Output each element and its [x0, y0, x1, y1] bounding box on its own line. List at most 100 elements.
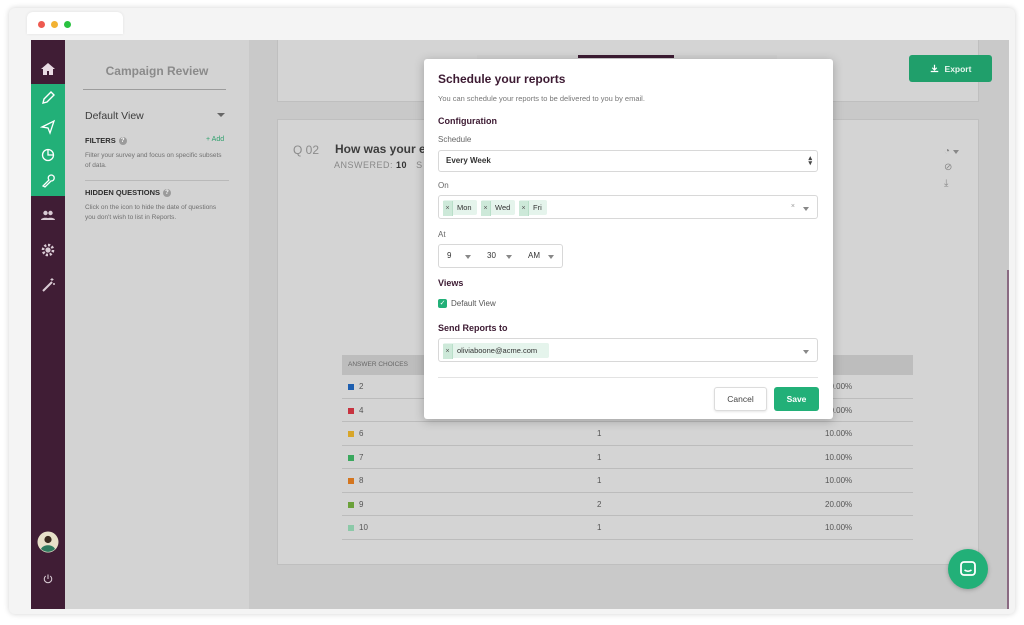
- day-chip: × Mon: [443, 200, 477, 216]
- hidden-questions-description: Click on the icon to hide the date of qu…: [85, 204, 217, 221]
- window-frame: Campaign Review Default View FILTERS? + …: [9, 8, 1015, 614]
- sidebar-title: Campaign Review: [105, 64, 209, 78]
- close-dot[interactable]: [38, 21, 45, 28]
- answer-choice: 7: [359, 452, 364, 462]
- help-icon[interactable]: ?: [163, 189, 172, 198]
- answer-choice: 9: [359, 499, 364, 509]
- answer-count: 1: [597, 452, 602, 462]
- recipients-multiselect[interactable]: × oliviaboone@acme.com: [438, 338, 818, 362]
- meridiem-select[interactable]: AM: [520, 244, 563, 268]
- minimize-dot[interactable]: [51, 21, 58, 28]
- remove-icon[interactable]: ×: [443, 201, 453, 216]
- color-swatch: [348, 478, 354, 484]
- color-swatch: [348, 431, 354, 437]
- question-number: Q 02: [293, 143, 320, 157]
- dialog-title: Schedule your reports: [438, 72, 566, 86]
- views-heading: Views: [438, 278, 464, 288]
- pencil-icon[interactable]: [31, 83, 65, 113]
- chevron-down-icon[interactable]: [803, 206, 809, 213]
- default-view-checkbox[interactable]: ✓: [438, 299, 447, 308]
- at-label: At: [438, 230, 446, 239]
- gear-icon[interactable]: [31, 235, 65, 265]
- chart-type-icon[interactable]: ◔: [944, 146, 964, 162]
- schedule-reports-dialog: Schedule your reports You can schedule y…: [424, 59, 833, 419]
- email-chip: × oliviaboone@acme.com: [443, 343, 549, 359]
- color-swatch: [348, 384, 354, 390]
- pie-chart-icon[interactable]: [31, 139, 65, 169]
- schedule-value: Every Week: [446, 156, 491, 165]
- answer-count: 2: [597, 499, 602, 509]
- remove-icon[interactable]: ×: [519, 201, 529, 216]
- maximize-dot[interactable]: [64, 21, 71, 28]
- table-row: 10 1 10.00%: [342, 516, 913, 540]
- divider: [83, 89, 226, 90]
- clear-icon[interactable]: ×: [791, 203, 795, 210]
- app: Campaign Review Default View FILTERS? + …: [31, 40, 1009, 609]
- home-icon[interactable]: [31, 54, 65, 84]
- nav-rail: [31, 40, 65, 609]
- hide-icon[interactable]: ⊘: [944, 162, 964, 178]
- minute-select[interactable]: 30: [479, 244, 521, 268]
- day-chip: × Fri: [519, 200, 547, 216]
- answer-choice: 6: [359, 429, 364, 438]
- remove-icon[interactable]: ×: [481, 201, 491, 216]
- answer-choice: 8: [359, 476, 364, 485]
- color-swatch: [348, 454, 354, 461]
- answer-percent: 10.00%: [825, 523, 853, 532]
- send-icon[interactable]: [31, 112, 65, 142]
- schedule-label: Schedule: [438, 135, 472, 144]
- tab-active-indicator: [578, 55, 674, 58]
- chevron-down-icon[interactable]: [803, 349, 809, 356]
- on-label: On: [438, 181, 449, 190]
- answer-count: 1: [597, 523, 602, 532]
- color-swatch: [348, 501, 354, 508]
- table-row: 9 2 20.00%: [342, 493, 913, 516]
- updown-icon: ▴ ▾: [808, 155, 812, 167]
- export-button[interactable]: Export: [909, 55, 992, 82]
- power-icon[interactable]: [31, 564, 65, 594]
- export-label: Export: [944, 63, 972, 74]
- view-select[interactable]: Default View: [85, 110, 144, 122]
- chat-icon: [960, 561, 976, 576]
- answer-choice: 2: [359, 382, 364, 391]
- save-button[interactable]: Save: [774, 387, 819, 411]
- table-row: 8 1 10.00%: [342, 469, 913, 493]
- dialog-subtitle: You can schedule your reports to be deli…: [438, 94, 645, 103]
- window-tab: [27, 12, 123, 34]
- divider: [85, 180, 229, 181]
- filters-heading: FILTERS?: [85, 136, 127, 146]
- answer-percent: 10.00%: [825, 476, 853, 485]
- question-title: How was your e: [335, 142, 426, 156]
- report-sidebar: Campaign Review Default View FILTERS? + …: [65, 40, 249, 609]
- add-filter-link[interactable]: + Add: [206, 136, 224, 143]
- help-icon[interactable]: ?: [118, 137, 127, 146]
- table-row: 7 1 10.00%: [342, 446, 913, 469]
- cancel-button[interactable]: Cancel: [714, 387, 767, 411]
- avatar-icon[interactable]: [31, 526, 65, 558]
- answer-count: 1: [597, 476, 602, 485]
- filters-description: Filter your survey and focus on specific…: [85, 152, 222, 169]
- scrollbar[interactable]: [1007, 270, 1009, 609]
- wrench-icon[interactable]: [31, 166, 65, 196]
- table-row: 6 1 10.00%: [342, 422, 913, 446]
- remove-icon[interactable]: ×: [443, 344, 453, 359]
- answer-choice: 10: [359, 523, 368, 532]
- day-chip: × Wed: [481, 200, 515, 216]
- users-icon[interactable]: [31, 200, 65, 230]
- schedule-select[interactable]: Every Week ▴ ▾: [438, 150, 818, 172]
- default-view-label: Default View: [451, 299, 496, 308]
- color-swatch: [348, 525, 354, 531]
- chat-button[interactable]: [948, 549, 988, 589]
- magic-wand-icon[interactable]: [31, 270, 65, 300]
- chevron-down-icon[interactable]: [217, 113, 225, 117]
- download-icon: [930, 64, 938, 73]
- answer-percent: 10.00%: [825, 452, 853, 462]
- days-multiselect[interactable]: × Mon × Wed × Fri ×: [438, 195, 818, 219]
- hidden-questions-heading: HIDDEN QUESTIONS?: [85, 188, 172, 198]
- answer-choice: 4: [359, 405, 364, 415]
- answered-count: ANSWERED: 10 S: [334, 160, 423, 170]
- download-icon[interactable]: ⤓: [944, 178, 964, 194]
- hour-select[interactable]: 9: [438, 244, 480, 268]
- divider: [438, 377, 818, 378]
- send-reports-heading: Send Reports to: [438, 323, 508, 333]
